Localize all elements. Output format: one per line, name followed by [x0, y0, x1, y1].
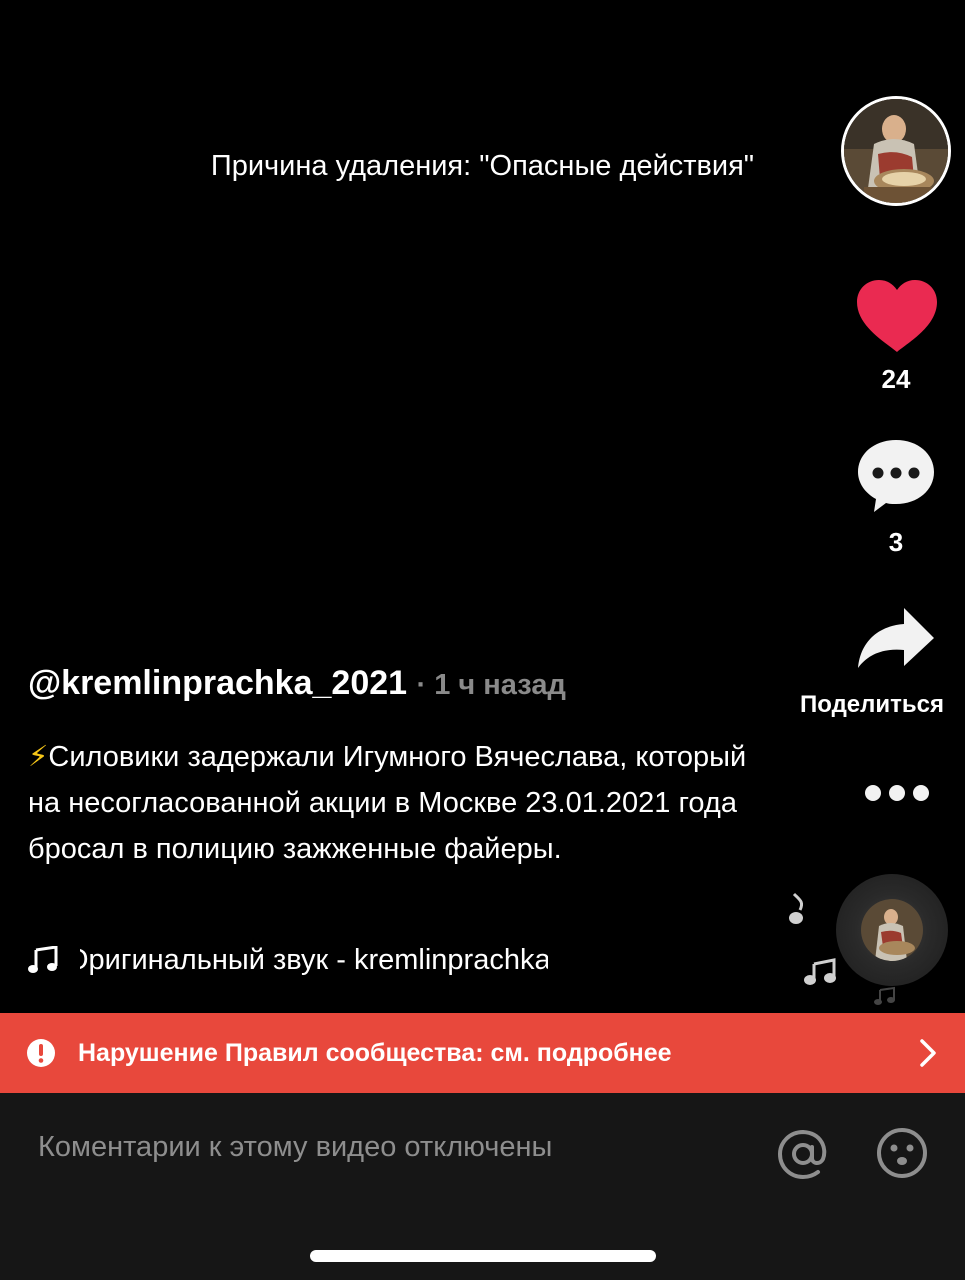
more-options-button[interactable] — [862, 780, 932, 806]
emoji-button[interactable] — [876, 1127, 928, 1179]
comment-count: 3 — [888, 527, 904, 557]
lightning-icon: ⚡ — [28, 741, 49, 773]
violation-text: Нарушение Правил сообщества: см. подробн… — [78, 1038, 672, 1067]
floating-note-icon — [786, 892, 808, 931]
like-button[interactable] — [855, 278, 939, 354]
post-description: ⚡Силовики задержали Игумного Вячеслава, … — [28, 734, 768, 872]
sound-name: Оригинальный звук - kremlinprachka_2021 — [80, 943, 548, 976]
like-count: 24 — [881, 364, 911, 394]
comments-disabled-text: Коментарии к этому видео отключены — [38, 1131, 553, 1163]
comment-bubble-icon — [858, 440, 934, 512]
floating-note-icon — [874, 986, 896, 1011]
music-note-icon — [28, 946, 58, 973]
emoji-icon — [877, 1128, 927, 1178]
removal-reason: Причина удаления: "Опасные действия" — [210, 150, 755, 182]
music-disc-cover — [861, 899, 923, 961]
heart-icon — [857, 280, 937, 352]
at-icon — [777, 1129, 827, 1180]
avatar-image — [844, 99, 948, 203]
alert-icon — [27, 1039, 55, 1067]
post-time: · 1 ч назад — [416, 669, 566, 701]
description-text: Силовики задержали Игумного Вячеслава, к… — [28, 741, 747, 865]
author-name[interactable]: @kremlinprachka_2021 — [28, 664, 407, 702]
home-indicator — [310, 1250, 656, 1262]
floating-note-icon — [804, 958, 838, 991]
violation-banner[interactable]: Нарушение Правил сообщества: см. подробн… — [0, 1013, 965, 1093]
author-line: @kremlinprachka_2021 · 1 ч назад — [28, 664, 566, 703]
share-button[interactable] — [856, 606, 936, 670]
share-label: Поделиться — [799, 691, 945, 718]
comment-button[interactable] — [856, 438, 936, 514]
more-dots-icon — [865, 785, 929, 801]
sound-link[interactable]: Оригинальный звук - kremlinprachka_2021 — [28, 940, 548, 980]
chevron-right-icon — [920, 1039, 936, 1067]
share-arrow-icon — [858, 608, 934, 668]
music-disc[interactable] — [836, 874, 948, 986]
author-avatar[interactable] — [841, 96, 951, 206]
mention-button[interactable] — [776, 1127, 830, 1181]
